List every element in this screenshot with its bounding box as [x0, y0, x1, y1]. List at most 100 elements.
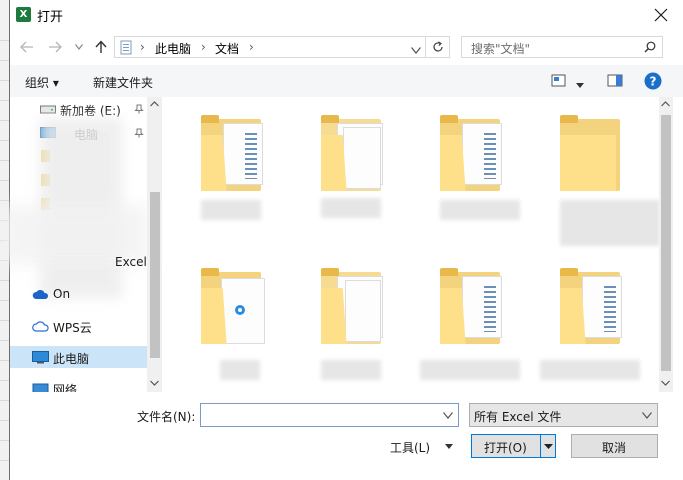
sidebar-item-this-pc[interactable]: 此电脑	[10, 346, 147, 368]
folder-front	[560, 135, 616, 191]
grid-line	[0, 360, 9, 361]
chevron-up-icon	[661, 101, 670, 107]
grid-line	[0, 440, 9, 441]
address-bar[interactable]: › 此电脑 › 文档 ›	[114, 36, 426, 58]
file-label	[220, 360, 260, 380]
folder-tab	[321, 268, 339, 276]
network-icon	[32, 383, 49, 392]
open-split-divider	[540, 435, 541, 457]
window-title: 打开	[37, 10, 64, 25]
file-list-scroll-thumb[interactable]	[661, 115, 671, 371]
grid-line	[0, 100, 9, 101]
change-view-button[interactable]	[551, 74, 567, 90]
search-box[interactable]: 搜索"文档"	[461, 36, 663, 58]
file-item[interactable]	[440, 115, 504, 195]
sidebar-item-onedrive[interactable]: On	[10, 283, 147, 305]
filename-history-button[interactable]	[439, 406, 457, 424]
address-history-button[interactable]	[411, 43, 421, 57]
grid-line	[0, 280, 9, 281]
file-item[interactable]	[560, 115, 624, 195]
file-item[interactable]	[440, 268, 504, 348]
sidebar-item-label: WPS云	[53, 321, 92, 335]
back-button[interactable]	[16, 36, 38, 58]
location-icon	[120, 40, 132, 55]
svg-text:?: ?	[650, 75, 657, 89]
refresh-icon	[432, 41, 443, 52]
grid-line	[0, 460, 9, 461]
grid-line	[0, 420, 9, 421]
document-sheet	[462, 276, 502, 338]
recent-locations-button[interactable]	[68, 36, 90, 58]
file-item[interactable]	[321, 115, 385, 195]
sidebar-scroll-thumb[interactable]	[150, 192, 160, 358]
document-sheet	[343, 127, 381, 189]
filename-input[interactable]	[200, 403, 459, 427]
file-item[interactable]	[560, 268, 624, 348]
file-label	[201, 200, 261, 220]
caret-down-icon[interactable]	[544, 444, 553, 449]
grid-line	[0, 160, 9, 161]
file-type-select[interactable]: 所有 Excel 文件	[469, 403, 658, 427]
cancel-button[interactable]: 取消	[571, 434, 658, 458]
search-placeholder: 搜索"文档"	[471, 42, 531, 56]
sidebar-item-label: Excel	[115, 255, 147, 269]
computer-icon	[32, 351, 49, 364]
sidebar-item-label: 新加卷 (E:)	[60, 104, 121, 118]
grid-line	[0, 60, 9, 61]
up-button[interactable]	[90, 36, 112, 58]
file-item[interactable]	[201, 268, 265, 348]
grid-line	[0, 120, 9, 121]
grid-line	[0, 180, 9, 181]
file-label	[440, 200, 520, 220]
breadcrumb-separator: ›	[140, 40, 145, 54]
arrow-left-icon	[20, 41, 33, 53]
preview-pane-button[interactable]	[607, 74, 623, 90]
caret-down-icon	[445, 444, 453, 449]
close-icon	[654, 8, 668, 22]
internet-explorer-icon	[235, 305, 245, 315]
grid-line	[0, 300, 9, 301]
sidebar-item-network[interactable]: 网络	[10, 377, 147, 392]
view-options-button[interactable]	[576, 78, 584, 92]
sidebar-item-label: 此电脑	[53, 352, 90, 366]
breadcrumb-computer[interactable]: 此电脑	[155, 40, 191, 57]
folder-tab	[560, 268, 578, 276]
onedrive-icon	[32, 289, 49, 299]
folder-tab	[440, 268, 458, 276]
grid-line	[0, 340, 9, 341]
wps-cloud-icon	[32, 321, 49, 332]
grid-line	[0, 200, 9, 201]
chevron-down-icon	[642, 412, 652, 419]
pin-icon	[134, 104, 144, 114]
grid-line	[0, 320, 9, 321]
cancel-button-label: 取消	[602, 441, 627, 455]
open-button[interactable]: 打开(O)	[471, 434, 556, 458]
chevron-up-icon	[150, 101, 159, 107]
help-button[interactable]: ?	[644, 72, 662, 93]
grid-line	[0, 80, 9, 81]
tools-menu-button[interactable]: 工具(L)	[390, 439, 430, 456]
chevron-down-icon	[75, 44, 83, 50]
refresh-button[interactable]	[426, 36, 450, 58]
document-sheet	[582, 276, 622, 338]
file-label	[420, 360, 520, 380]
breadcrumb-documents[interactable]: 文档	[215, 40, 239, 57]
sidebar-item-excel[interactable]: Excel	[10, 251, 147, 273]
file-label	[321, 198, 381, 218]
organize-button[interactable]: 组织 ▾	[25, 74, 59, 91]
chevron-down-icon	[443, 411, 453, 419]
arrow-right-icon	[49, 41, 62, 53]
sidebar-item-drive-e[interactable]: 新加卷 (E:)	[10, 98, 147, 120]
excel-app-icon: X	[16, 7, 31, 22]
file-item[interactable]	[201, 115, 265, 195]
folder-tab	[201, 115, 219, 123]
breadcrumb-separator: ›	[201, 40, 206, 54]
grid-line	[0, 380, 9, 381]
sidebar-item-wps-cloud[interactable]: WPS云	[10, 315, 147, 337]
new-folder-button[interactable]: 新建文件夹	[93, 74, 153, 91]
close-button[interactable]	[646, 0, 676, 30]
forward-button[interactable]	[44, 36, 66, 58]
grid-line	[0, 140, 9, 141]
grid-line	[0, 400, 9, 401]
file-item[interactable]	[321, 268, 385, 348]
